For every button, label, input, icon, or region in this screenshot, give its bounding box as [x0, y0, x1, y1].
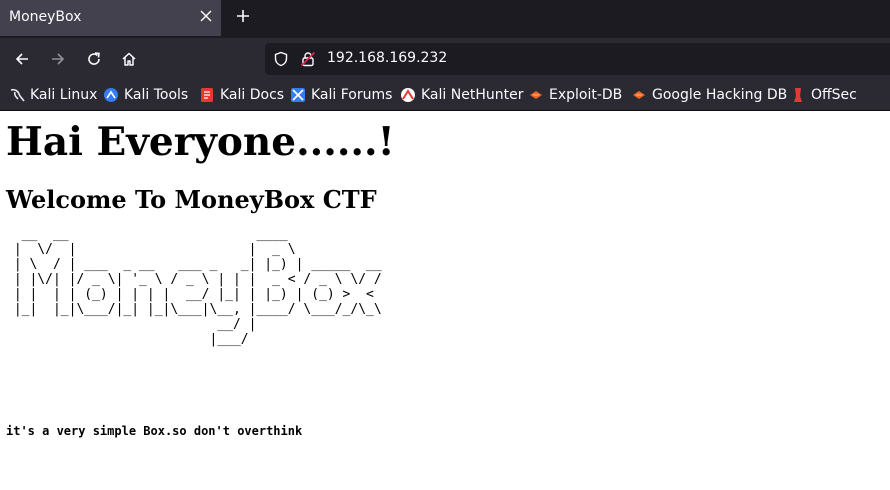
- bookmark-label: Kali NetHunter: [421, 87, 524, 103]
- tab-title: MoneyBox: [9, 9, 82, 25]
- bookmark-label: Exploit-DB: [549, 87, 623, 103]
- kali-docs-icon: [199, 87, 215, 103]
- ghdb-icon: [631, 87, 647, 103]
- close-icon[interactable]: [196, 7, 216, 27]
- bookmark-offsec[interactable]: OffSec: [790, 85, 857, 105]
- navigation-toolbar: 192.168.169.232: [0, 38, 890, 80]
- bookmark-label: Kali Linux: [30, 87, 98, 103]
- bookmarks-toolbar: Kali Linux Kali Tools Kali Docs Kali For…: [0, 80, 890, 111]
- bookmark-label: Google Hacking DB: [652, 87, 788, 103]
- nethunter-icon: [400, 87, 416, 103]
- bookmark-exploit-db[interactable]: Exploit-DB: [528, 85, 622, 105]
- bookmark-kali-tools[interactable]: Kali Tools: [103, 85, 188, 105]
- page-heading: Hai Everyone......!: [6, 119, 395, 165]
- kali-tools-icon: [103, 87, 119, 103]
- tab-moneybox[interactable]: MoneyBox: [0, 0, 221, 36]
- reload-icon[interactable]: [82, 47, 106, 71]
- arrow-left-icon[interactable]: [10, 47, 34, 71]
- moneybox-ascii-art: __ __ ____ | \/ | | _ \ | \ / | ___ _ __…: [13, 227, 382, 347]
- bookmark-kali-linux[interactable]: Kali Linux: [9, 85, 97, 105]
- page-subheading: Welcome To MoneyBox CTF: [6, 185, 377, 214]
- bookmark-label: OffSec: [811, 87, 857, 103]
- exploit-db-icon: [528, 87, 544, 103]
- bookmark-label: Kali Docs: [220, 87, 285, 103]
- bookmark-kali-docs[interactable]: Kali Docs: [199, 85, 284, 105]
- home-icon[interactable]: [117, 47, 141, 71]
- arrow-right-icon[interactable]: [46, 47, 70, 71]
- shield-icon[interactable]: [273, 51, 289, 67]
- kali-forums-icon: [290, 87, 306, 103]
- bookmark-label: Kali Tools: [124, 87, 189, 103]
- insecure-lock-icon[interactable]: [300, 51, 316, 67]
- bookmark-kali-nethunter[interactable]: Kali NetHunter: [400, 85, 523, 105]
- plus-icon[interactable]: [232, 7, 254, 29]
- address-bar[interactable]: 192.168.169.232: [265, 43, 890, 75]
- offsec-icon: [790, 87, 806, 103]
- kali-dragon-icon: [9, 87, 25, 103]
- bookmark-google-hacking-db[interactable]: Google Hacking DB: [631, 85, 787, 105]
- url-text[interactable]: 192.168.169.232: [327, 50, 447, 66]
- hint-text: it's a very simple Box.so don't overthin…: [6, 424, 303, 438]
- tab-strip: MoneyBox: [0, 0, 890, 38]
- page-content: Hai Everyone......! Welcome To MoneyBox …: [0, 111, 890, 490]
- bookmark-label: Kali Forums: [311, 87, 393, 103]
- bookmark-kali-forums[interactable]: Kali Forums: [290, 85, 392, 105]
